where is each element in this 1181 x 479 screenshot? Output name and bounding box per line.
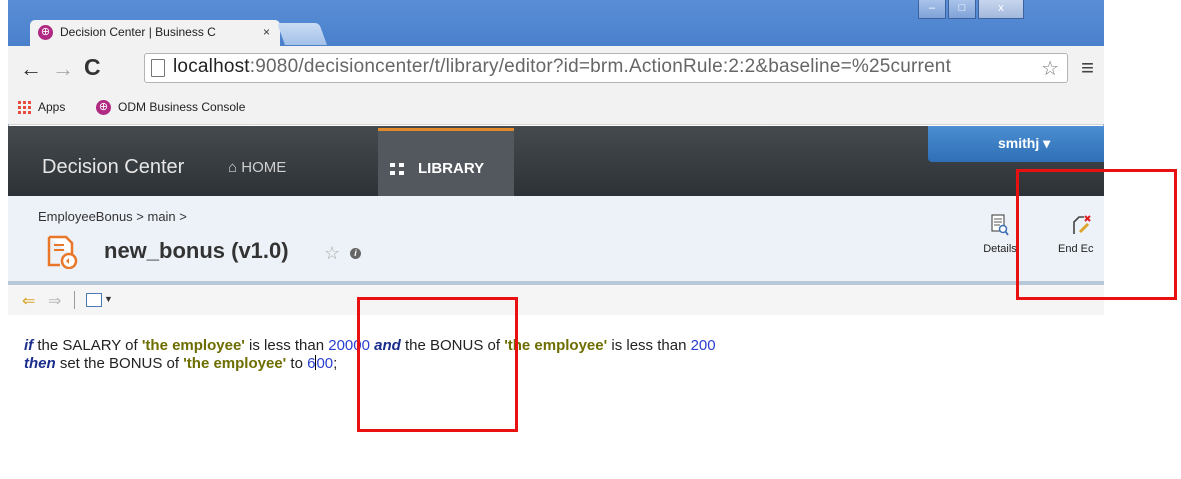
user-dropdown-icon: ▾ (1039, 135, 1051, 151)
library-grid-icon (390, 163, 404, 175)
variable-the-employee[interactable]: 'the employee' (142, 337, 245, 354)
details-label: Details (983, 243, 1017, 255)
rule-editor[interactable]: if the SALARY of 'the employee' is less … (8, 315, 1104, 479)
back-arrow-icon[interactable]: ← (20, 56, 42, 82)
bookmark-star-icon[interactable]: ☆ (1041, 56, 1059, 81)
variable-the-employee[interactable]: 'the employee' (504, 337, 607, 354)
maximize-button[interactable]: □ (948, 0, 976, 19)
tab-close-icon[interactable]: × (263, 25, 270, 39)
number-bonus-value-part: 6 (307, 355, 316, 372)
user-name: smithj ▾ (998, 135, 1050, 152)
bookmarks-bar: Apps ⊕ ODM Business Console (8, 92, 1104, 125)
browser-titlebar: ‒ □ x ⊕ Decision Center | Business C × (8, 0, 1104, 46)
close-window-button[interactable]: x (978, 0, 1024, 19)
new-tab-button[interactable] (276, 23, 328, 45)
home-icon: ⌂ (228, 159, 238, 176)
decision-center-favicon-icon: ⊕ (38, 25, 53, 40)
odm-favicon-icon: ⊕ (96, 100, 111, 115)
rule-text-segment: the SALARY of (33, 337, 142, 354)
reload-icon[interactable]: C (84, 54, 101, 81)
details-icon (991, 214, 1009, 236)
artifact-header: EmployeeBonus > main > new_bonus (v1.0) … (8, 196, 1104, 285)
app-brand: Decision Center (42, 156, 185, 178)
favorite-star-icon[interactable]: ☆ (324, 243, 340, 264)
minimize-button[interactable]: ‒ (918, 0, 946, 19)
page-icon (151, 59, 165, 77)
apps-grid-icon (18, 101, 31, 114)
nav-home-label: HOME (241, 159, 287, 176)
number-bonus-threshold[interactable]: 200 (691, 337, 716, 354)
nav-home[interactable]: ⌂ HOME (228, 159, 286, 176)
nav-library-label: LIBRARY (418, 160, 485, 177)
forward-arrow-icon[interactable]: → (52, 56, 74, 82)
bookmark-apps[interactable]: Apps (38, 100, 65, 114)
keyword-if: if (24, 337, 34, 354)
action-rule-icon (47, 235, 78, 269)
browser-tab[interactable]: ⊕ Decision Center | Business C × (30, 20, 280, 46)
keyword-then: then (24, 355, 56, 372)
url-path: :9080/decisioncenter/t/library/editor?id… (249, 56, 952, 77)
undo-icon[interactable]: ⇐ (22, 291, 35, 311)
browser-menu-icon[interactable]: ≡ (1081, 57, 1094, 79)
url-text: localhost:9080/decisioncenter/t/library/… (173, 56, 951, 78)
editor-toolbar: ⇐ ⇒ ▼ (8, 285, 1104, 315)
window-controls: ‒ □ x (918, 0, 1024, 20)
rule-text-segment: to (286, 355, 308, 372)
highlight-box-end-edit (1016, 169, 1177, 300)
bookmark-odm-business-console[interactable]: ODM Business Console (118, 100, 245, 114)
tab-title: Decision Center | Business C (60, 25, 216, 39)
url-host: localhost (173, 56, 250, 77)
details-button[interactable]: Details (980, 214, 1020, 255)
rule-text-segment: is less than (607, 337, 691, 354)
nav-library[interactable]: LIBRARY (378, 128, 514, 196)
address-bar[interactable]: localhost:9080/decisioncenter/t/library/… (144, 53, 1068, 83)
info-icon[interactable]: i (350, 248, 361, 259)
user-menu[interactable]: smithj ▾ (928, 126, 1104, 162)
breadcrumb[interactable]: EmployeeBonus > main > (38, 209, 187, 224)
variable-the-employee[interactable]: 'the employee' (183, 355, 286, 372)
toolbar-separator (74, 291, 75, 309)
number-bonus-value-part: 00 (316, 355, 334, 372)
user-name-label: smithj (998, 135, 1040, 151)
redo-icon[interactable]: ⇒ (48, 291, 61, 311)
rule-title: new_bonus (v1.0) (104, 238, 289, 263)
rule-text-segment: set the BONUS of (55, 355, 184, 372)
validate-rule-icon[interactable] (86, 293, 102, 307)
validate-dropdown-icon[interactable]: ▼ (104, 294, 113, 304)
browser-toolbar: ← → C localhost:9080/decisioncenter/t/li… (8, 46, 1104, 92)
highlight-box-bonus-value (357, 297, 518, 432)
rule-text-segment: ; (333, 355, 338, 372)
rule-text-segment: is less than (244, 337, 329, 354)
number-bonus-value[interactable]: 600 (307, 355, 333, 372)
app-header: Decision Center ⌂ HOME LIBRARY smithj ▾ (8, 126, 1104, 196)
